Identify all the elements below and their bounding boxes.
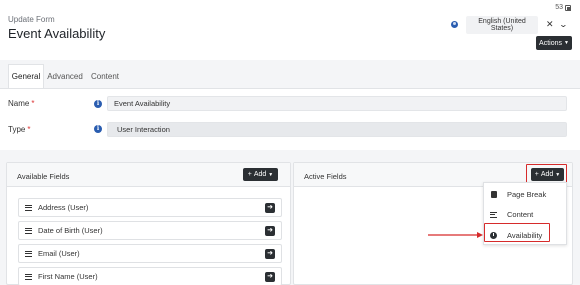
menu-item-label: Page Break bbox=[507, 190, 547, 199]
drag-handle-icon[interactable] bbox=[25, 227, 32, 234]
actions-label: Actions bbox=[539, 39, 562, 47]
menu-item-page-break[interactable]: Page Break bbox=[484, 185, 568, 204]
type-input: User Interaction bbox=[107, 122, 567, 137]
arrow-right-icon[interactable]: ➜ bbox=[265, 226, 275, 236]
page-break-icon bbox=[490, 191, 497, 198]
field-item-label: First Name (User) bbox=[38, 272, 98, 281]
arrow-right-icon[interactable]: ➜ bbox=[265, 272, 275, 282]
availability-highlight bbox=[484, 223, 550, 242]
menu-item-label: Content bbox=[507, 210, 534, 219]
drag-handle-icon[interactable] bbox=[25, 204, 32, 211]
language-selector[interactable]: English (United States) ✕ ⌄ bbox=[451, 15, 568, 34]
tab-advanced[interactable]: Advanced bbox=[45, 64, 85, 88]
name-label: Name * bbox=[8, 99, 35, 108]
globe-icon bbox=[451, 21, 458, 28]
general-form: Name * i Event Availability Type * i User … bbox=[0, 89, 580, 150]
actions-button[interactable]: Actions ▼ bbox=[536, 36, 572, 50]
page-header: Update Form Event Availability 53 Englis… bbox=[0, 0, 580, 60]
menu-item-content[interactable]: Content bbox=[484, 205, 568, 224]
panel-title: Available Fields bbox=[17, 172, 70, 181]
field-item-first-name[interactable]: First Name (User) ➜ bbox=[18, 267, 282, 285]
type-label: Type * bbox=[8, 125, 31, 134]
panel-title: Active Fields bbox=[304, 172, 347, 181]
arrow-right-icon[interactable]: ➜ bbox=[265, 249, 275, 259]
caret-down-icon: ▼ bbox=[268, 171, 274, 178]
add-button-highlight bbox=[526, 164, 567, 183]
chevron-down-icon[interactable]: ⌄ bbox=[558, 20, 567, 29]
field-item-label: Email (User) bbox=[38, 249, 80, 258]
add-label: Add bbox=[253, 171, 267, 178]
counter-badge[interactable]: 53 bbox=[555, 4, 571, 11]
page-subtitle: Update Form bbox=[8, 15, 55, 24]
name-input[interactable]: Event Availability bbox=[107, 96, 567, 111]
tab-bar: General Advanced Content bbox=[0, 64, 580, 88]
field-item-label: Address (User) bbox=[38, 203, 89, 212]
required-mark: * bbox=[31, 99, 35, 108]
available-fields-panel: Available Fields + Add ▼ Address (User) … bbox=[6, 162, 291, 285]
page-title: Event Availability bbox=[8, 26, 106, 41]
tab-content[interactable]: Content bbox=[87, 64, 123, 88]
info-icon[interactable]: i bbox=[94, 125, 102, 133]
counter-value: 53 bbox=[555, 4, 563, 11]
content-icon bbox=[490, 211, 497, 218]
required-mark: * bbox=[27, 125, 31, 134]
arrow-right-icon[interactable]: ➜ bbox=[265, 203, 275, 213]
tab-general[interactable]: General bbox=[8, 64, 44, 88]
copy-icon bbox=[565, 4, 571, 11]
panel-header: Available Fields + Add ▼ bbox=[7, 163, 290, 187]
red-arrow-icon bbox=[428, 232, 483, 238]
language-value: English (United States) bbox=[466, 15, 538, 34]
clear-icon[interactable]: ✕ bbox=[546, 19, 554, 30]
drag-handle-icon[interactable] bbox=[25, 273, 32, 280]
add-available-field-button[interactable]: + Add ▼ bbox=[243, 168, 278, 181]
info-icon[interactable]: i bbox=[94, 100, 102, 108]
caret-down-icon: ▼ bbox=[564, 40, 569, 46]
field-item-email[interactable]: Email (User) ➜ bbox=[18, 244, 282, 263]
field-item-date-of-birth[interactable]: Date of Birth (User) ➜ bbox=[18, 221, 282, 240]
field-item-address[interactable]: Address (User) ➜ bbox=[18, 198, 282, 217]
drag-handle-icon[interactable] bbox=[25, 250, 32, 257]
field-item-label: Date of Birth (User) bbox=[38, 226, 103, 235]
plus-icon: + bbox=[247, 171, 252, 178]
